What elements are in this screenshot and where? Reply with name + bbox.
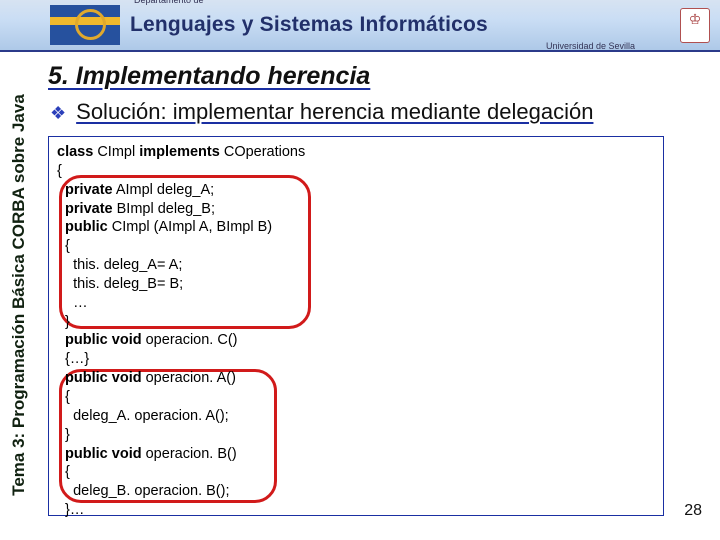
- slide: Departamento de Lenguajes y Sistemas Inf…: [0, 0, 720, 540]
- code-text: this. deleg_A= A;: [57, 257, 182, 273]
- code-text: {: [57, 464, 70, 480]
- code-text: operacion. C(): [142, 332, 238, 348]
- page-number: 28: [684, 502, 702, 520]
- header-banner: Departamento de Lenguajes y Sistemas Inf…: [0, 0, 720, 52]
- code-text: CImpl (AImpl A, BImpl B): [108, 219, 272, 235]
- code-listing: class CImpl implements COperations { pri…: [57, 143, 655, 520]
- code-text: deleg_B. operacion. B();: [57, 483, 230, 499]
- header-small-label: Departamento de: [134, 0, 204, 5]
- header-main-title: Lenguajes y Sistemas Informáticos: [130, 13, 680, 37]
- code-text: {…}: [57, 351, 89, 367]
- kw-private: private: [57, 201, 113, 217]
- kw-class: class: [57, 144, 93, 160]
- content-area: 5. Implementando herencia ❖ Solución: im…: [44, 58, 710, 532]
- kw-public: public: [57, 219, 108, 235]
- code-box: class CImpl implements COperations { pri…: [48, 136, 664, 516]
- code-text: AImpl deleg_A;: [113, 182, 215, 198]
- code-text: {: [57, 389, 70, 405]
- code-text: {: [57, 163, 62, 179]
- header-subtitle: Universidad de Sevilla: [546, 41, 635, 51]
- bullet-text: Solución: implementar herencia mediante …: [76, 99, 593, 125]
- code-text: }…: [57, 502, 84, 518]
- code-text: {: [57, 238, 70, 254]
- slide-title: 5. Implementando herencia: [48, 62, 710, 91]
- code-text: this. deleg_B= B;: [57, 276, 183, 292]
- code-text: CImpl: [93, 144, 139, 160]
- university-crest-icon: [680, 8, 710, 43]
- code-text: BImpl deleg_B;: [113, 201, 215, 217]
- dept-logo: [50, 5, 120, 45]
- sidebar-label: Tema 3: Programación Básica CORBA sobre …: [9, 94, 29, 496]
- code-text: …: [57, 295, 88, 311]
- code-text: deleg_A. operacion. A();: [57, 408, 229, 424]
- code-text: COperations: [220, 144, 305, 160]
- kw-public-void: public void: [57, 370, 142, 386]
- sidebar: Tema 3: Programación Básica CORBA sobre …: [6, 58, 32, 532]
- kw-private: private: [57, 182, 113, 198]
- code-text: operacion. A(): [142, 370, 236, 386]
- header-text-block: Departamento de Lenguajes y Sistemas Inf…: [130, 13, 680, 37]
- kw-public-void: public void: [57, 446, 142, 462]
- code-text: operacion. B(): [142, 446, 237, 462]
- code-text: }: [57, 427, 70, 443]
- kw-public-void: public void: [57, 332, 142, 348]
- diamond-bullet-icon: ❖: [50, 103, 66, 124]
- bullet-row: ❖ Solución: implementar herencia mediant…: [50, 99, 710, 125]
- code-text: }: [57, 314, 70, 330]
- kw-implements: implements: [139, 144, 220, 160]
